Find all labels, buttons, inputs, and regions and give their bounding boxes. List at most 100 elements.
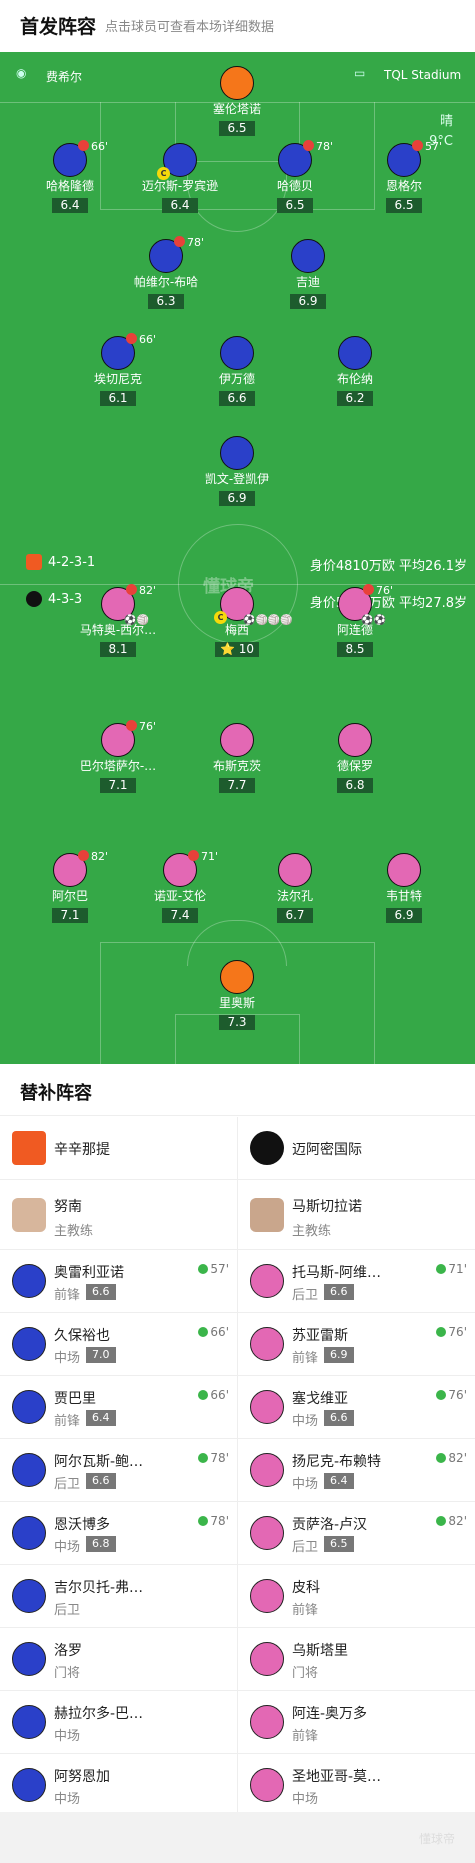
sub-off-minute: 66' [126, 333, 156, 346]
player-rating: 6.4 [162, 198, 198, 213]
player-rating: 6.5 [386, 198, 422, 213]
home-player[interactable]: 布伦纳 6.2 [295, 336, 415, 406]
home-player[interactable]: 伊万德 6.6 [177, 336, 297, 406]
sub-player-row[interactable]: 阿努恩加 中场 [0, 1754, 237, 1817]
player-name: 伊万德 [218, 372, 255, 386]
sub-player-row[interactable]: 阿连-奥万多 前锋 [238, 1691, 475, 1754]
sub-on-minute: 76' [436, 1325, 467, 1339]
sub-player-rating: 6.8 [86, 1536, 116, 1552]
home-player[interactable]: 66' 哈格隆德 6.4 [10, 140, 130, 213]
player-jersey-icon: 66' [101, 333, 156, 370]
sub-player-position: 前锋 [292, 1603, 319, 1618]
sub-player-position: 中场 [292, 1414, 319, 1429]
player-name: 阿尔巴 [51, 889, 88, 903]
sub-player-row[interactable]: 苏亚雷斯 前锋 6.9 76' [238, 1313, 475, 1376]
sub-player-row[interactable]: 贡萨洛-卢汉 后卫 6.5 82' [238, 1502, 475, 1565]
referee-name: 费希尔 [46, 70, 83, 84]
stadium-icon: ▭ [354, 66, 366, 80]
away-player[interactable]: C ⚽🏐🏐🏐 梅西 ⭐ 10 [177, 587, 297, 657]
player-jersey-icon [250, 1642, 284, 1676]
away-player[interactable]: 里奥斯 7.3 [177, 960, 297, 1030]
player-jersey-icon: 66' [53, 140, 108, 177]
sub-player-position: 后卫 [292, 1540, 319, 1555]
home-player[interactable]: 凯文-登凯伊 6.9 [177, 436, 297, 506]
sub-player-row[interactable]: 托马斯-阿维… 后卫 6.6 71' [238, 1250, 475, 1313]
player-jersey-icon [338, 336, 372, 370]
player-rating: 7.4 [162, 908, 198, 923]
sub-player-row[interactable]: 塞戈维亚 中场 6.6 76' [238, 1376, 475, 1439]
home-player[interactable]: 57' 恩格尔 6.5 [344, 140, 464, 213]
away-team-row[interactable]: 迈阿密国际 [238, 1117, 475, 1180]
sub-player-row[interactable]: 赫拉尔多-巴… 中场 [0, 1691, 237, 1754]
player-jersey-icon [12, 1579, 46, 1613]
player-rating: 7.3 [219, 1015, 255, 1030]
sub-player-row[interactable]: 贾巴里 前锋 6.4 66' [0, 1376, 237, 1439]
sub-player-position: 前锋 [54, 1414, 81, 1429]
sub-player-position: 后卫 [54, 1477, 81, 1492]
sub-player-row[interactable]: 皮科 前锋 [238, 1565, 475, 1628]
away-player[interactable]: 布斯克茨 7.7 [177, 723, 297, 793]
sub-player-position: 中场 [292, 1792, 319, 1807]
player-rating: 8.5 [337, 642, 373, 657]
away-player[interactable]: 德保罗 6.8 [295, 723, 415, 793]
sub-player-rating: 6.4 [86, 1410, 116, 1426]
player-jersey-icon [12, 1264, 46, 1298]
sub-player-position: 后卫 [292, 1288, 319, 1303]
player-jersey-icon [250, 1264, 284, 1298]
home-team-row[interactable]: 辛辛那提 [0, 1117, 237, 1180]
player-jersey-icon [12, 1516, 46, 1550]
home-player[interactable]: 66' 埃切尼克 6.1 [58, 333, 178, 406]
sub-player-position: 门将 [292, 1666, 319, 1681]
player-name: 哈格隆德 [45, 179, 94, 193]
sub-player-row[interactable]: 洛罗 门将 [0, 1628, 237, 1691]
sub-player-row[interactable]: 圣地亚哥-莫… 中场 [238, 1754, 475, 1817]
home-coach-row[interactable]: 努南 主教练 [0, 1180, 237, 1250]
away-player[interactable]: 76' ⚽⚽ 阿连德 8.5 [295, 584, 415, 657]
home-player[interactable]: 塞伦塔诺 6.5 [177, 66, 297, 136]
sub-player-row[interactable]: 阿尔瓦斯-鲍… 后卫 6.6 78' [0, 1439, 237, 1502]
away-player[interactable]: 韦甘特 6.9 [344, 853, 464, 923]
player-jersey-icon [220, 66, 254, 100]
home-player[interactable]: C 迈尔斯-罗宾逊 6.4 [120, 143, 240, 213]
sub-on-minute: 82' [436, 1451, 467, 1465]
sub-player-row[interactable]: 恩沃博多 中场 6.8 78' [0, 1502, 237, 1565]
home-player[interactable]: 78' 帕维尔-布哈 6.3 [106, 236, 226, 309]
sub-player-row[interactable]: 乌斯塔里 门将 [238, 1628, 475, 1691]
sub-player-rating: 6.9 [324, 1347, 354, 1363]
coach-avatar [250, 1198, 284, 1232]
sub-player-position: 中场 [54, 1729, 81, 1744]
player-jersey-icon [12, 1327, 46, 1361]
home-player[interactable]: 78' 哈德贝 6.5 [235, 140, 355, 213]
player-rating: 6.4 [52, 198, 88, 213]
home-player[interactable]: 吉迪 6.9 [248, 239, 368, 309]
sub-on-minute: 78' [198, 1451, 229, 1465]
sub-player-row[interactable]: 奥雷利亚诺 前锋 6.6 57' [0, 1250, 237, 1313]
sub-player-name: 塞戈维亚 [292, 1391, 348, 1407]
sub-off-minute: 78' [303, 140, 333, 153]
sub-player-row[interactable]: 扬尼克-布赖特 中场 6.4 82' [238, 1439, 475, 1502]
player-jersey-icon [291, 239, 325, 273]
footer-watermark: 懂球帝 [418, 1832, 455, 1846]
away-player[interactable]: 法尔孔 6.7 [235, 853, 355, 923]
player-jersey-icon: 76' [101, 720, 156, 757]
sub-on-minute: 78' [198, 1514, 229, 1528]
sub-player-name: 久保裕也 [54, 1328, 110, 1344]
away-player[interactable]: 76' 巴尔塔萨尔-… 7.1 [58, 720, 178, 793]
player-jersey-icon [278, 853, 312, 887]
away-player[interactable]: 71' 诺亚-艾伦 7.4 [120, 850, 240, 923]
sub-player-row[interactable]: 久保裕也 中场 7.0 66' [0, 1313, 237, 1376]
player-name: 布伦纳 [336, 372, 373, 386]
player-name: 诺亚-艾伦 [153, 889, 207, 903]
sub-on-minute: 57' [198, 1262, 229, 1276]
sub-player-name: 阿连-奥万多 [292, 1706, 368, 1722]
player-name: 德保罗 [336, 759, 373, 773]
page-subtitle: 点击球员可查看本场详细数据 [105, 20, 275, 35]
away-subs-column: 迈阿密国际 马斯切拉诺 主教练 托马斯-阿维… 后卫 6.6 71' 苏亚雷斯 前锋 6.9… [238, 1117, 475, 1817]
player-rating: 6.8 [337, 778, 373, 793]
player-name: 吉迪 [295, 275, 320, 289]
player-rating: ⭐ 10 [214, 642, 260, 657]
away-coach-row[interactable]: 马斯切拉诺 主教练 [238, 1180, 475, 1250]
sub-player-row[interactable]: 吉尔贝托-弗… 后卫 [0, 1565, 237, 1628]
away-player[interactable]: 82' 阿尔巴 7.1 [10, 850, 130, 923]
away-player[interactable]: 82' ⚽🏐 马特奥-西尔… 8.1 [58, 584, 178, 657]
